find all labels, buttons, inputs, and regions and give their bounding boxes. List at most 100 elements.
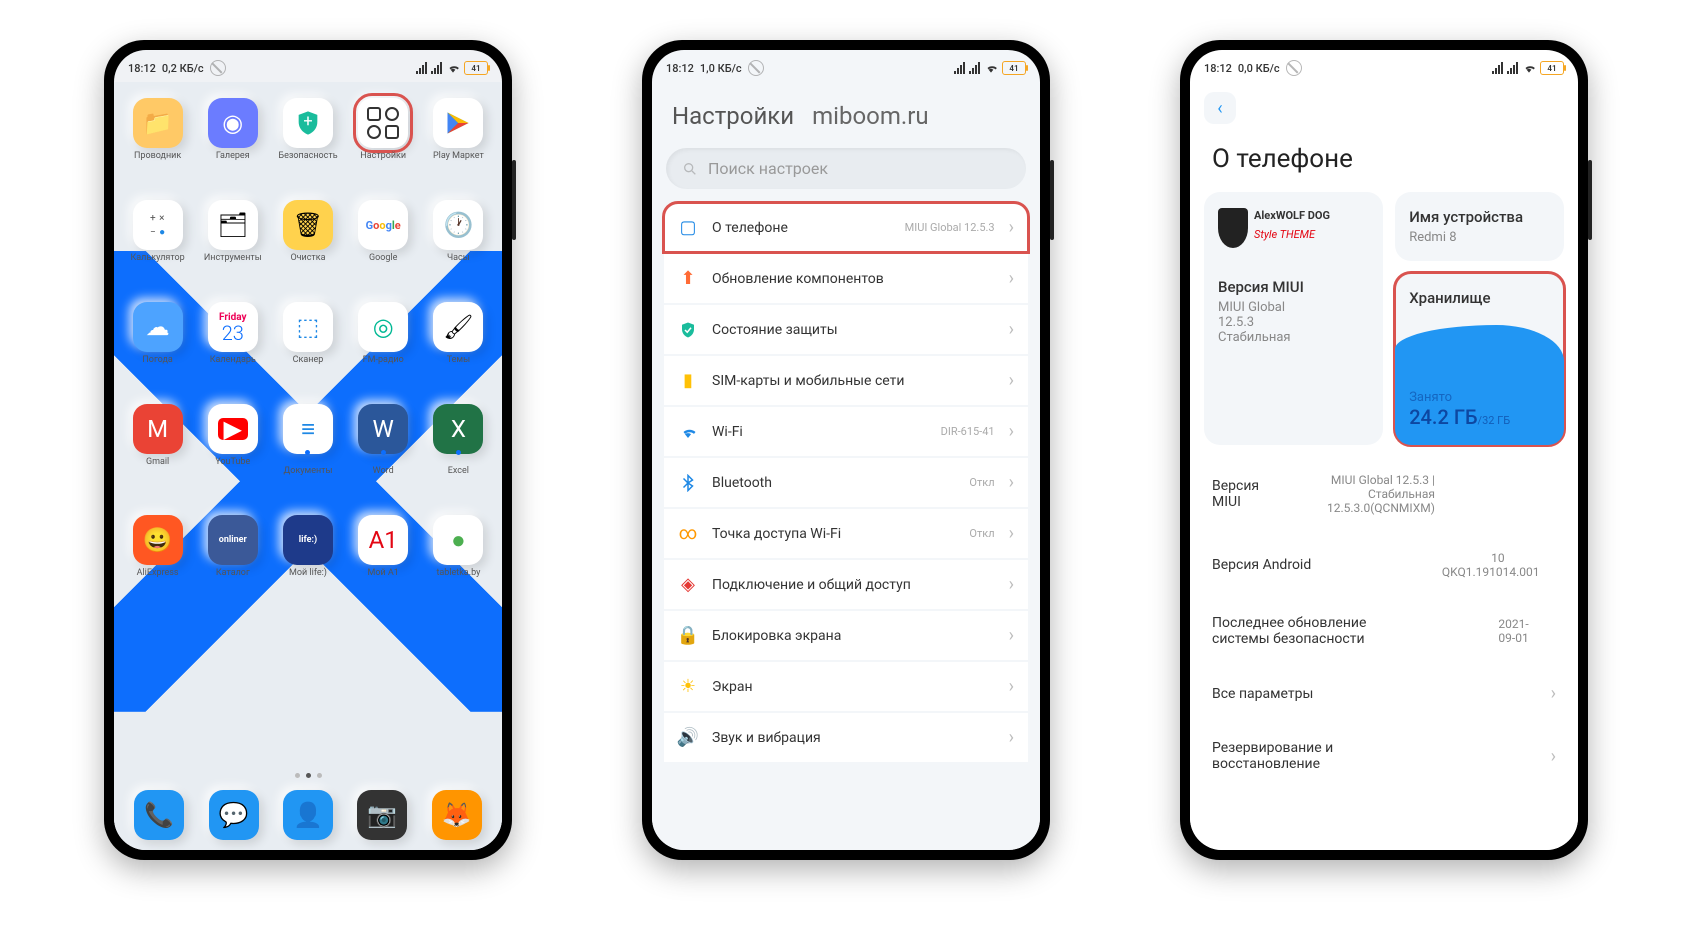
setting-icon (678, 320, 698, 340)
setting-row-точка-доступа-wi-fi[interactable]: ∞Точка доступа Wi-FiОткл› (664, 509, 1028, 558)
setting-row-экран[interactable]: ☀Экран› (664, 662, 1028, 711)
device-name-card[interactable]: Имя устройства Redmi 8 (1395, 192, 1564, 261)
mute-icon (748, 60, 764, 76)
setting-row-bluetooth[interactable]: BluetoothОткл› (664, 458, 1028, 507)
search-icon (682, 161, 698, 177)
app-icon: ◉ (208, 98, 258, 148)
settings-title: Настройки (672, 102, 794, 130)
app-word[interactable]: WWord (348, 404, 419, 487)
search-placeholder: Поиск настроек (708, 159, 828, 178)
app-icon: ⬚ (283, 302, 333, 352)
miui-version-val3: Стабильная (1218, 330, 1369, 345)
app-погода[interactable]: ☁Погода (122, 302, 193, 376)
app-label: Документы (284, 467, 333, 487)
page-indicator (114, 773, 502, 778)
app-label: Мой A1 (368, 569, 399, 589)
app-галерея[interactable]: ◉Галерея (197, 98, 268, 172)
status-speed: 0,0 КБ/с (1238, 62, 1280, 75)
chevron-right-icon: › (1551, 683, 1556, 704)
app-fm-радио[interactable]: ◎FM-радио (348, 302, 419, 376)
status-speed: 1,0 КБ/с (700, 62, 742, 75)
app-icon: M (133, 404, 183, 454)
chevron-right-icon: › (1009, 217, 1014, 238)
app-калькулятор[interactable]: +×−●Калькулятор (122, 200, 193, 274)
dock-contacts[interactable]: 👤 (283, 790, 333, 840)
storage-card[interactable]: Хранилище Занято 24.2 ГБ/32 ГБ (1395, 273, 1564, 445)
setting-icon: ⬆ (678, 269, 698, 289)
app-очистка[interactable]: 🗑Очистка (272, 200, 343, 274)
app-gmail[interactable]: M Gmail (122, 404, 193, 487)
setting-icon (678, 422, 698, 442)
app-label: Календарь (210, 356, 256, 376)
app-excel[interactable]: XExcel (423, 404, 494, 487)
mute-icon (210, 60, 226, 76)
app-темы[interactable]: 🖌Темы (423, 302, 494, 376)
app-youtube[interactable]: ▶YouTube (197, 404, 268, 487)
storage-total-value: /32 ГБ (1478, 414, 1511, 427)
app-label: Мой life:) (289, 569, 327, 589)
miui-version-val2: 12.5.3 (1218, 315, 1369, 330)
app-aliexpress[interactable]: 😀AliExpress (122, 515, 193, 589)
app-календарь[interactable]: Friday23Календарь (197, 302, 268, 376)
app-icon: life:) (283, 515, 333, 565)
setting-row-блокировка-экрана[interactable]: 🔒Блокировка экрана› (664, 611, 1028, 660)
app-безопасность[interactable]: +Безопасность (272, 98, 343, 172)
app-icon (358, 98, 408, 148)
dock-phone[interactable]: 📞 (134, 790, 184, 840)
info-list: Версия MIUIMIUI Global 12.5.3 | Стабильн… (1190, 445, 1578, 800)
setting-icon: ▮ (678, 371, 698, 391)
chevron-right-icon: › (1009, 574, 1014, 595)
setting-row-состояние-защиты[interactable]: Состояние защиты› (664, 305, 1028, 354)
app-label: Gmail (146, 458, 169, 478)
app-grid: 📁Проводник◉Галерея+БезопасностьНастройки… (114, 82, 502, 589)
setting-label: Wi-Fi (712, 424, 927, 440)
app-google[interactable]: GoogleGoogle (348, 200, 419, 274)
signal-icon-2 (1507, 62, 1518, 74)
app-icon: A1 (358, 515, 408, 565)
app-label: Погода (142, 356, 172, 376)
status-speed: 0,2 КБ/с (162, 62, 204, 75)
app-проводник[interactable]: 📁Проводник (122, 98, 193, 172)
app-документы[interactable]: ≡Документы (272, 404, 343, 487)
signal-icon-2 (969, 62, 980, 74)
app-label: Темы (447, 356, 470, 376)
app-инструменты[interactable]: 🗂Инструменты (197, 200, 268, 274)
setting-row-sim-карты-и-мобильные-сети[interactable]: ▮SIM-карты и мобильные сети› (664, 356, 1028, 405)
info-row-последнее-обновление-системы-безопасности[interactable]: Последнее обновление системы безопасност… (1212, 597, 1556, 665)
app-мой-a1[interactable]: A1 Мой A1 (348, 515, 419, 589)
setting-row-звук-и-вибрация[interactable]: 🔊Звук и вибрация› (664, 713, 1028, 762)
dock-camera[interactable]: 📷 (357, 790, 407, 840)
theme-text: AlexWOLF DOG (1254, 209, 1330, 222)
app-сканер[interactable]: ⬚Сканер (272, 302, 343, 376)
theme-miui-card[interactable]: AlexWOLF DOG Style THEME Версия MIUI MIU… (1204, 192, 1383, 445)
wifi-icon (984, 61, 998, 75)
app-часы[interactable]: 🕐Часы (423, 200, 494, 274)
search-input[interactable]: Поиск настроек (666, 148, 1026, 189)
setting-label: Звук и вибрация (712, 730, 995, 746)
miui-version-val: MIUI Global (1218, 300, 1369, 315)
phone-settings: 18:12 1,0 КБ/с 41 Настройки miboom.ru По… (642, 40, 1050, 860)
setting-row-обновление-компонентов[interactable]: ⬆Обновление компонентов› (664, 254, 1028, 303)
setting-icon: ◈ (678, 575, 698, 595)
info-row-все-параметры[interactable]: Все параметры› (1212, 665, 1556, 722)
back-button[interactable]: ‹ (1204, 92, 1236, 124)
app-play-маркет[interactable]: Play Маркет (423, 98, 494, 172)
info-row-версия-miui[interactable]: Версия MIUIMIUI Global 12.5.3 | Стабильн… (1212, 455, 1556, 533)
info-row-версия-android[interactable]: Версия Android10 QKQ1.191014.001 (1212, 533, 1556, 597)
status-time: 18:12 (1204, 62, 1232, 75)
signal-icon (416, 62, 427, 74)
dock-firefox[interactable]: 🦊 (432, 790, 482, 840)
info-row-резервирование-и-восстановление[interactable]: Резервирование и восстановление› (1212, 722, 1556, 790)
mute-icon (1286, 60, 1302, 76)
setting-row-wi-fi[interactable]: Wi-FiDIR-615-41› (664, 407, 1028, 456)
setting-row-о-телефоне[interactable]: ▢О телефонеMIUI Global 12.5.3› (664, 203, 1028, 252)
dock-messages[interactable]: 💬 (209, 790, 259, 840)
app-настройки[interactable]: Настройки (348, 98, 419, 172)
setting-row-подключение-и-общий-доступ[interactable]: ◈Подключение и общий доступ› (664, 560, 1028, 609)
setting-icon (678, 473, 698, 493)
app-каталог[interactable]: onlinerКаталог (197, 515, 268, 589)
app-мой-life:)[interactable]: life:) Мой life:) (272, 515, 343, 589)
app-label: FM-радио (363, 356, 404, 376)
app-label: Play Маркет (433, 152, 484, 172)
app-tabletka.by[interactable]: ●tabletka.by (423, 515, 494, 589)
